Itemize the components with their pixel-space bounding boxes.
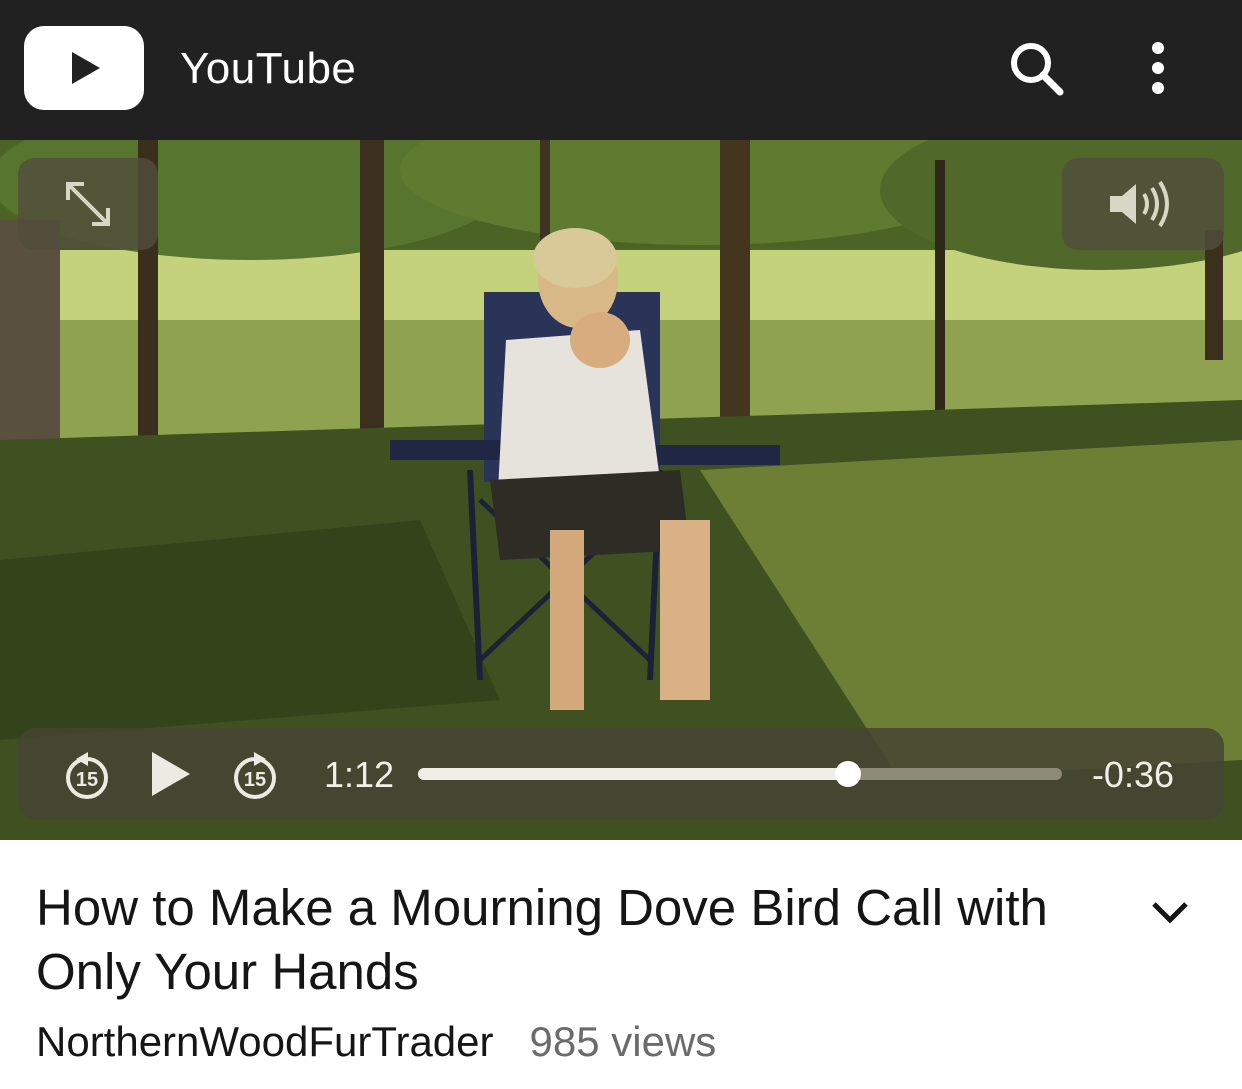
more-vert-icon bbox=[1152, 42, 1164, 94]
remaining-time: -0:36 bbox=[1091, 754, 1174, 795]
channel-name[interactable]: NorthernWoodFurTrader bbox=[36, 1018, 494, 1065]
fullscreen-button[interactable] bbox=[18, 158, 158, 250]
view-count: 985 views bbox=[529, 1018, 717, 1065]
fast-forward-icon: 15 bbox=[234, 752, 276, 799]
seek-bar[interactable] bbox=[418, 761, 1062, 787]
seek-bar-progress bbox=[418, 768, 848, 780]
skip-back-label: 15 bbox=[76, 769, 98, 791]
video-title: How to Make a Mourning Dove Bird Call wi… bbox=[36, 879, 1048, 1000]
search-button[interactable] bbox=[1004, 36, 1072, 104]
app-title: YouTube bbox=[180, 44, 357, 93]
rewind-icon: 15 bbox=[66, 752, 108, 799]
skip-back-15-button[interactable]: 15 bbox=[62, 748, 112, 800]
play-icon bbox=[152, 752, 190, 796]
video-info: How to Make a Mourning Dove Bird Call wi… bbox=[0, 840, 1242, 1089]
play-button[interactable] bbox=[150, 750, 192, 798]
elapsed-time: 1:12 bbox=[324, 754, 395, 795]
chevron-down-icon bbox=[1152, 902, 1188, 924]
skip-forward-15-button[interactable]: 15 bbox=[230, 748, 280, 800]
app-bar: YouTube bbox=[0, 0, 1242, 140]
search-icon bbox=[1011, 43, 1064, 96]
volume-icon bbox=[1110, 180, 1169, 228]
video-player[interactable]: 15 15 1:12 -0:36 bbox=[0, 140, 1242, 840]
more-options-button[interactable] bbox=[1130, 36, 1186, 104]
player-controls: 15 15 1:12 -0:36 bbox=[18, 728, 1224, 820]
volume-button[interactable] bbox=[1062, 158, 1224, 250]
video-meta: NorthernWoodFurTrader 985 views bbox=[36, 1018, 716, 1066]
youtube-logo-icon[interactable] bbox=[24, 26, 144, 110]
fullscreen-arrows-icon bbox=[66, 182, 110, 226]
skip-forward-label: 15 bbox=[244, 769, 266, 791]
expand-description-button[interactable] bbox=[1148, 896, 1192, 930]
seek-bar-thumb[interactable] bbox=[834, 761, 861, 787]
